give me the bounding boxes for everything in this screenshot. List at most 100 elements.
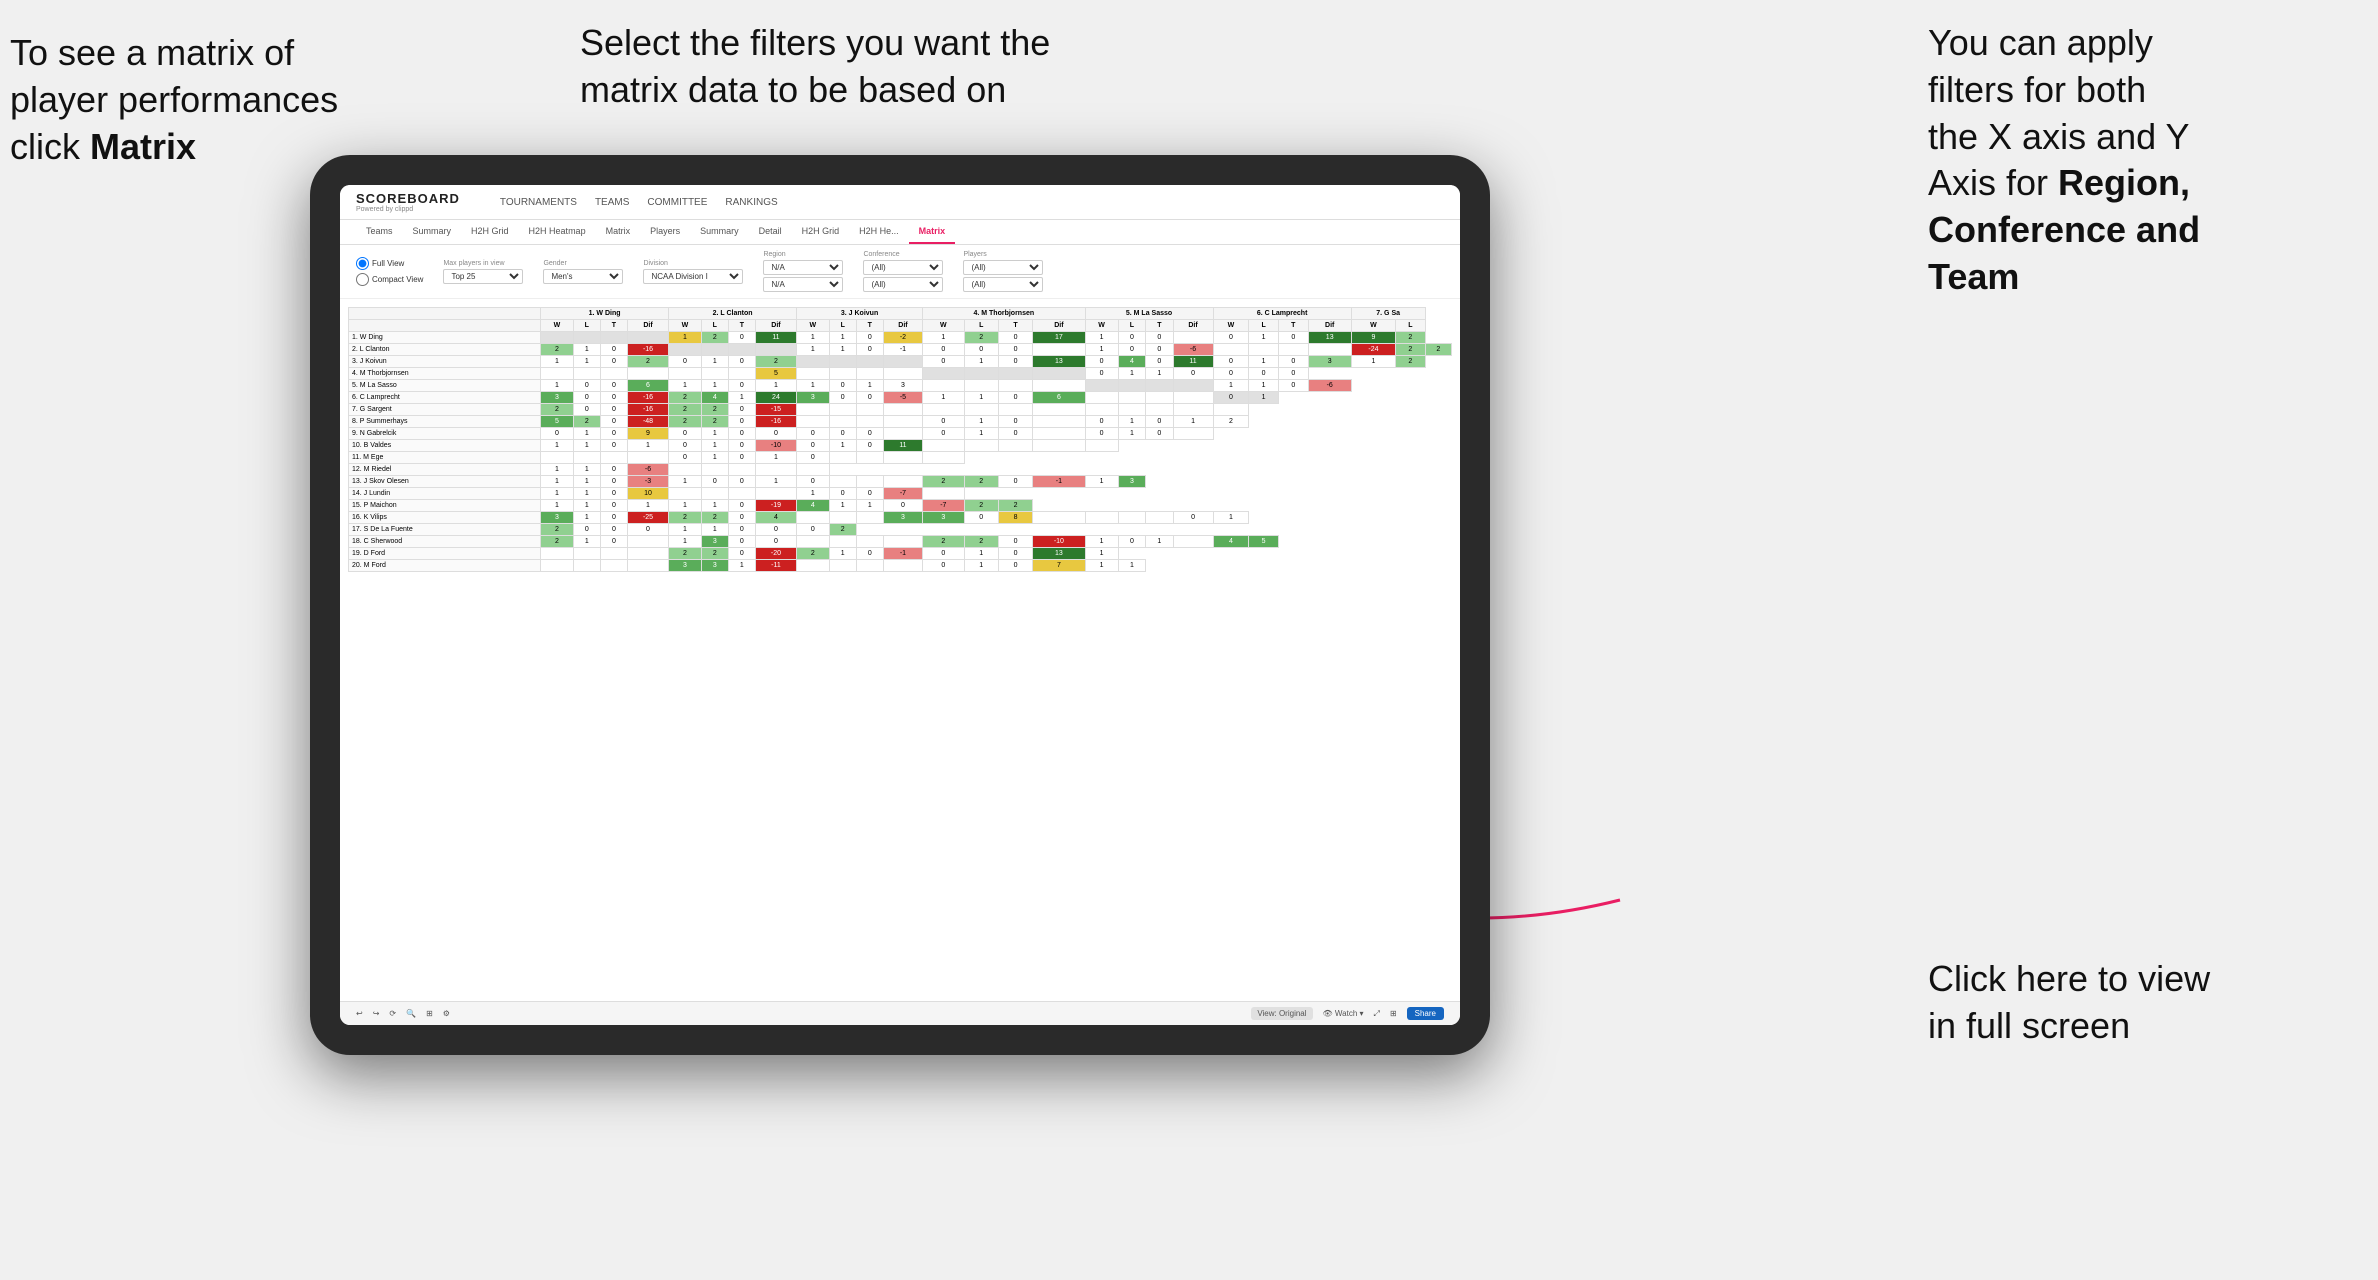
cell-13-7 [755,488,796,500]
cell-1-21 [1249,344,1279,356]
cell-1-7 [755,344,796,356]
table-row: 8. P Summerhays520-48220-1601001012 [349,416,1452,428]
cell-6-5: 2 [701,404,728,416]
nav-teams[interactable]: TEAMS [595,197,629,208]
toolbar-redo[interactable]: ↪ [373,1009,380,1018]
cell-7-19: 1 [1173,416,1213,428]
cell-7-20: 2 [1213,416,1249,428]
cell-2-0: 1 [541,356,574,368]
filter-conference-select[interactable]: (All) [863,260,943,275]
share-button[interactable]: Share [1407,1007,1444,1020]
view-label[interactable]: View: Original [1251,1007,1312,1020]
filter-conference-select2[interactable]: (All) [863,277,943,292]
sh-t6: T [1278,320,1308,332]
cell-0-8: 1 [797,332,830,344]
cell-1-3: -16 [627,344,668,356]
cell-17-1: 1 [573,536,600,548]
sh-w5: W [1085,320,1118,332]
tab-h2h-grid2[interactable]: H2H Grid [792,220,850,244]
cell-3-9 [829,368,856,380]
cell-4-18 [1146,380,1173,392]
cell-7-9 [829,416,856,428]
tab-players[interactable]: Players [640,220,690,244]
tab-summary2[interactable]: Summary [690,220,749,244]
tab-h2h-grid[interactable]: H2H Grid [461,220,519,244]
full-view-radio[interactable]: Full View [356,257,423,270]
cell-0-22: 0 [1278,332,1308,344]
cell-5-18 [1146,392,1173,404]
toolbar-undo[interactable]: ↩ [356,1009,363,1018]
tab-matrix-active[interactable]: Matrix [909,220,956,244]
cell-15-19: 0 [1173,512,1213,524]
cell-2-21: 1 [1249,356,1279,368]
nav-rankings[interactable]: RANKINGS [725,197,777,208]
cell-2-19: 11 [1173,356,1213,368]
cell-4-13 [964,380,998,392]
filter-players-label: Players [963,251,1043,258]
cell-9-7: -10 [755,440,796,452]
cell-5-19 [1173,392,1213,404]
filter-players-select[interactable]: (All) [963,260,1043,275]
cell-12-17: 3 [1118,476,1145,488]
tab-teams[interactable]: Teams [356,220,403,244]
cell-13-11: -7 [883,488,922,500]
cell-15-17 [1118,512,1145,524]
toolbar-refresh[interactable]: ⟳ [389,1009,396,1018]
filter-players-select2[interactable]: (All) [963,277,1043,292]
cell-7-18: 0 [1146,416,1173,428]
cell-15-8 [797,512,830,524]
filter-max-players-select[interactable]: Top 25 [443,269,523,284]
cell-10-4: 0 [669,452,702,464]
cell-19-2 [600,560,627,572]
row-header-12: 13. J Skov Olesen [349,476,541,488]
tab-h2h-he[interactable]: H2H He... [849,220,909,244]
cell-11-5 [701,464,728,476]
cell-5-17 [1118,392,1145,404]
toolbar-grid[interactable]: ⊞ [426,1009,433,1018]
sh-dif1: Dif [627,320,668,332]
row-header-19: 20. M Ford [349,560,541,572]
cell-17-0: 2 [541,536,574,548]
cell-1-6 [728,344,755,356]
cell-4-14 [998,380,1032,392]
tab-detail[interactable]: Detail [749,220,792,244]
cell-8-11 [883,428,922,440]
toolbar-settings[interactable]: ⚙ [443,1009,450,1018]
filter-region-select2[interactable]: N/A [763,277,843,292]
filter-division-select[interactable]: NCAA Division I [643,269,743,284]
tab-h2h-heatmap[interactable]: H2H Heatmap [519,220,596,244]
cell-4-11: 3 [883,380,922,392]
watch-btn[interactable]: 👁 Watch ▾ [1323,1009,1364,1018]
cell-6-3: -16 [627,404,668,416]
cell-6-9 [829,404,856,416]
cell-6-11 [883,404,922,416]
cell-6-8 [797,404,830,416]
cell-2-1: 1 [573,356,600,368]
table-row: 3. J Koivun110201020101304011010312 [349,356,1452,368]
cell-2-18: 0 [1146,356,1173,368]
cell-12-1: 1 [573,476,600,488]
tab-summary[interactable]: Summary [403,220,462,244]
compact-view-radio[interactable]: Compact View [356,273,423,286]
filter-division: Division NCAA Division I [643,260,743,284]
cell-2-3: 2 [627,356,668,368]
cell-1-20 [1213,344,1249,356]
cell-14-5: 1 [701,500,728,512]
cell-15-16 [1085,512,1118,524]
nav-tournaments[interactable]: TOURNAMENTS [500,197,577,208]
cell-17-19 [1173,536,1213,548]
filter-gender-select[interactable]: Men's [543,269,623,284]
cell-3-18: 1 [1146,368,1173,380]
cell-5-10: 0 [856,392,883,404]
filter-region-select[interactable]: N/A [763,260,843,275]
toolbar-zoom[interactable]: 🔍 [406,1009,416,1018]
toolbar-screen[interactable]: ⤢ [1374,1009,1380,1019]
cell-18-13: 1 [964,548,998,560]
tab-matrix[interactable]: Matrix [596,220,641,244]
nav-committee[interactable]: COMMITTEE [647,197,707,208]
cell-12-7: 1 [755,476,796,488]
toolbar-share-icon[interactable]: ⊞ [1390,1009,1397,1018]
col-header-jkoivun: 3. J Koivun [797,308,923,320]
cell-1-14: 0 [998,344,1032,356]
filter-region: Region N/A N/A [763,251,843,292]
